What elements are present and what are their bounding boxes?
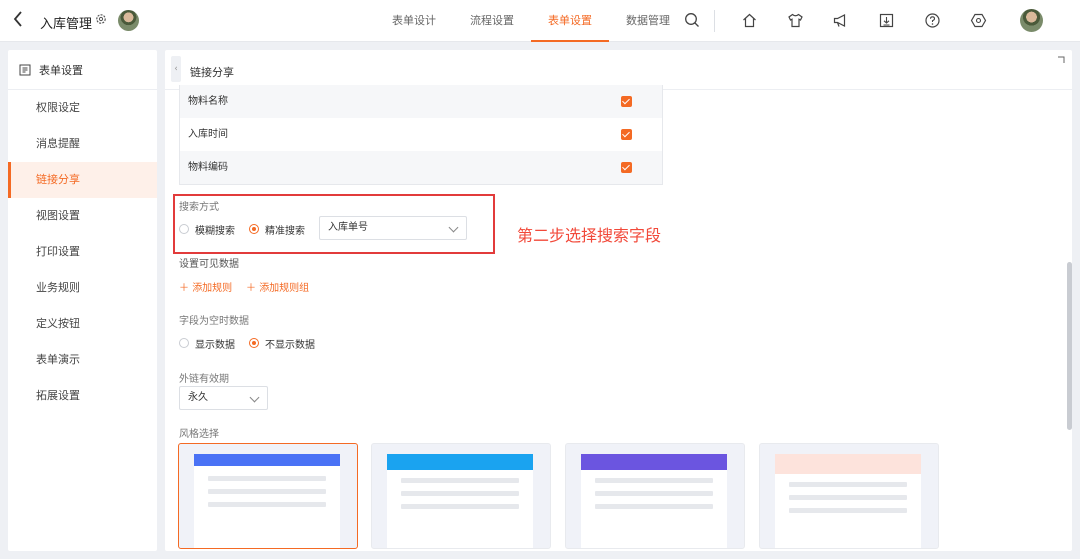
table-row: 入库时间 <box>180 118 662 151</box>
tab-form-design[interactable]: 表单设计 <box>375 0 453 42</box>
hexagon-settings-icon[interactable] <box>970 12 987 29</box>
tab-form-settings[interactable]: 表单设置 <box>531 0 609 42</box>
panel-title: 链接分享 <box>190 66 234 79</box>
chevron-down-icon <box>249 392 260 403</box>
shirt-icon[interactable] <box>787 12 804 29</box>
app-title: 入库管理 <box>40 17 93 32</box>
search-field-table: 物料名称 入库时间 物料编码 <box>179 85 663 185</box>
style-card-sky[interactable] <box>371 443 551 549</box>
style-card-blue[interactable] <box>178 443 358 549</box>
field-checkbox[interactable] <box>621 129 632 140</box>
top-tabs: 表单设计 流程设置 表单设置 数据管理 <box>375 0 687 42</box>
style-header-band <box>775 454 921 474</box>
top-bar: 入库管理 表单设计 流程设置 表单设置 数据管理 <box>0 0 1080 42</box>
megaphone-icon[interactable] <box>832 12 849 29</box>
tab-data-management[interactable]: 数据管理 <box>609 0 687 42</box>
table-row: 物料编码 <box>180 151 662 184</box>
user-avatar[interactable] <box>1020 9 1043 32</box>
sidebar-item-print-settings[interactable]: 打印设置 <box>8 234 157 270</box>
style-preview <box>387 454 533 548</box>
style-preview <box>775 454 921 548</box>
empty-field-label: 字段为空时数据 <box>179 316 249 327</box>
field-name: 物料编码 <box>188 162 228 173</box>
search-icon[interactable] <box>684 12 700 28</box>
tab-flow-settings[interactable]: 流程设置 <box>453 0 531 42</box>
link-validity-label: 外链有效期 <box>179 374 229 385</box>
sidebar-item-extensions[interactable]: 拓展设置 <box>8 378 157 414</box>
annotation-text: 第二步选择搜索字段 <box>517 226 662 245</box>
link-validity-value: 永久 <box>188 392 208 403</box>
sidebar-title: 表单设置 <box>39 63 83 77</box>
table-row: 物料名称 <box>180 85 662 118</box>
download-icon[interactable] <box>878 12 895 29</box>
divider <box>714 10 715 32</box>
style-header-band <box>194 454 340 466</box>
sidebar-item-link-share[interactable]: 链接分享 <box>8 162 157 198</box>
sidebar-item-notifications[interactable]: 消息提醒 <box>8 126 157 162</box>
main-panel: ‹ 链接分享 物料名称 入库时间 物料编码 搜索方式 模糊搜索 精准搜索 入库单… <box>165 50 1072 551</box>
show-data-label[interactable]: 显示数据 <box>195 336 235 351</box>
add-rule-group-button[interactable]: ＋ 添加规则组 <box>246 279 309 294</box>
field-name: 入库时间 <box>188 129 228 140</box>
sidebar-item-view-settings[interactable]: 视图设置 <box>8 198 157 234</box>
hide-data-radio[interactable] <box>249 338 259 348</box>
settings-sidebar: 表单设置 权限设定 消息提醒 链接分享 视图设置 打印设置 业务规则 定义按钮 … <box>8 50 157 551</box>
style-header-band <box>387 454 533 470</box>
expand-icon[interactable] <box>1056 55 1066 65</box>
help-icon[interactable] <box>924 12 941 29</box>
style-card-peach[interactable] <box>759 443 939 549</box>
style-label: 风格选择 <box>179 429 219 440</box>
style-header-band <box>581 454 727 470</box>
field-checkbox[interactable] <box>621 162 632 173</box>
visible-data-label: 设置可见数据 <box>179 259 239 270</box>
chevron-left-icon[interactable] <box>12 10 30 30</box>
add-rule-label: 添加规则 <box>192 283 233 294</box>
link-validity-select[interactable]: 永久 <box>179 386 268 410</box>
hide-data-label[interactable]: 不显示数据 <box>265 336 315 351</box>
sidebar-header: 表单设置 <box>8 50 157 90</box>
add-rule-button[interactable]: ＋ 添加规则 <box>179 279 232 294</box>
field-checkbox[interactable] <box>621 96 632 107</box>
home-icon[interactable] <box>741 12 758 29</box>
scrollbar[interactable] <box>1067 262 1072 430</box>
field-name: 物料名称 <box>188 96 228 107</box>
sidebar-item-custom-buttons[interactable]: 定义按钮 <box>8 306 157 342</box>
show-data-radio[interactable] <box>179 338 189 348</box>
sidebar-item-business-rules[interactable]: 业务规则 <box>8 270 157 306</box>
sidebar-item-form-demo[interactable]: 表单演示 <box>8 342 157 378</box>
sidebar-item-permissions[interactable]: 权限设定 <box>8 90 157 126</box>
collapse-handle[interactable]: ‹ <box>171 56 181 82</box>
style-card-purple[interactable] <box>565 443 745 549</box>
style-preview <box>194 454 340 548</box>
panel-header: ‹ 链接分享 <box>165 50 1072 90</box>
form-icon <box>19 64 31 75</box>
style-preview <box>581 454 727 548</box>
highlight-box <box>173 194 495 254</box>
gear-icon[interactable] <box>95 13 107 25</box>
avatar[interactable] <box>118 10 139 31</box>
add-rule-group-label: 添加规则组 <box>259 283 310 294</box>
